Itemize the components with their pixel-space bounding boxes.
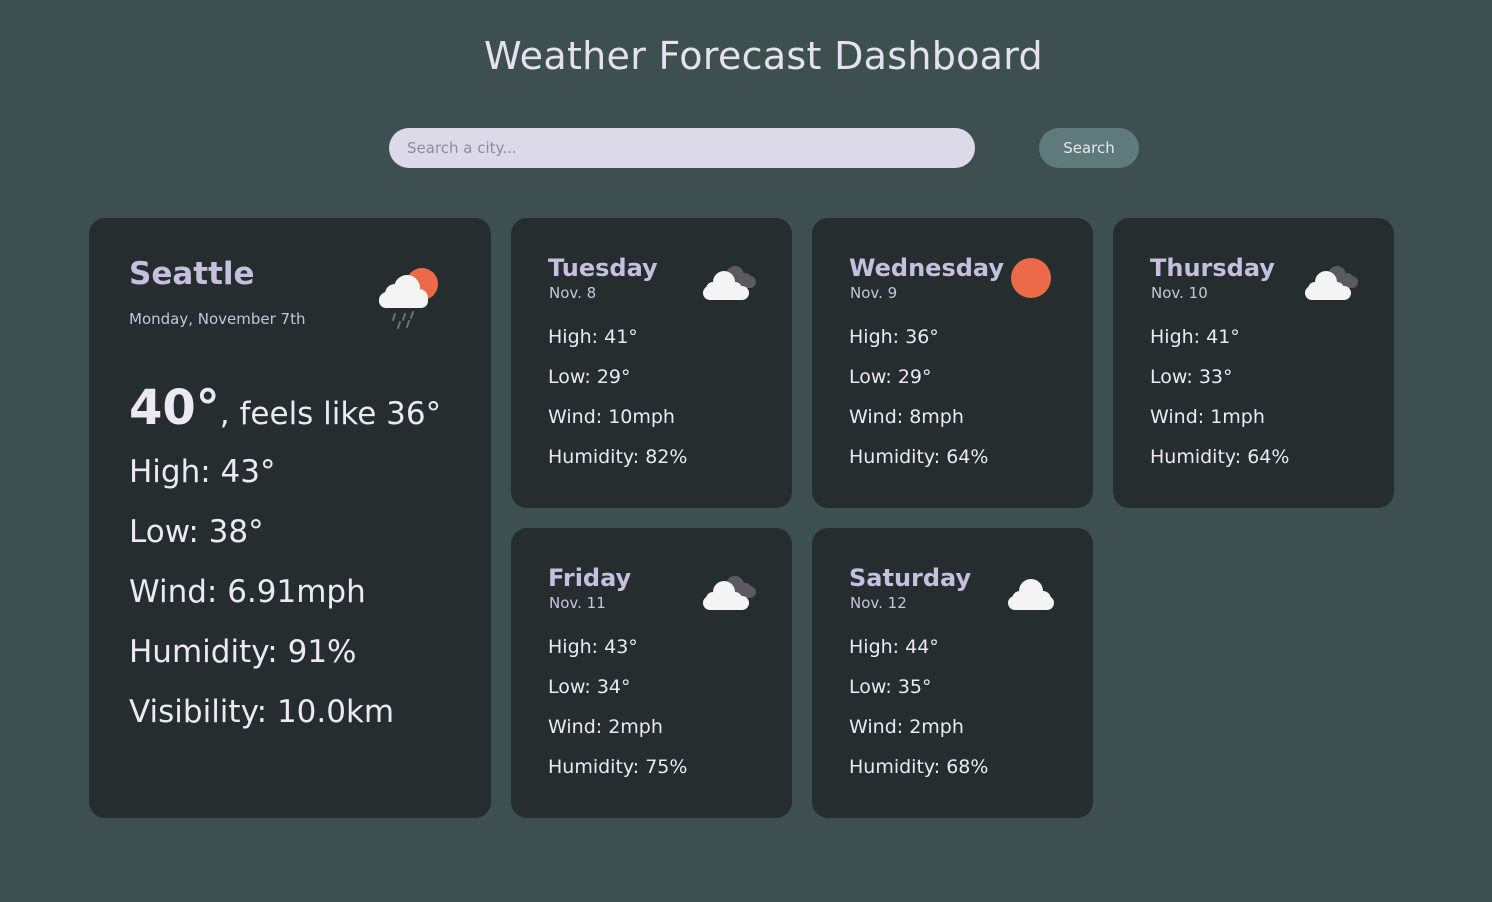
forecast-low: Low: 29°	[548, 366, 631, 388]
current-temperature: 40°, feels like 36°	[129, 380, 441, 436]
forecast-date: Nov. 10	[1151, 284, 1208, 302]
forecast-low: Low: 29°	[849, 366, 932, 388]
forecast-wind: Wind: 2mph	[548, 716, 663, 738]
forecast-high: High: 43°	[548, 636, 638, 658]
forecast-humidity: Humidity: 82%	[548, 446, 688, 468]
current-weather-card: Seattle Monday, November 7th 40°, feels …	[89, 218, 491, 818]
forecast-high: High: 44°	[849, 636, 939, 658]
forecast-date: Nov. 8	[549, 284, 597, 302]
forecast-card-friday: Friday Nov. 11 High: 43° Low: 34° Wind: …	[511, 528, 792, 818]
forecast-day: Wednesday	[849, 254, 1005, 282]
forecast-day: Thursday	[1150, 254, 1275, 282]
forecast-date: Nov. 11	[549, 594, 606, 612]
forecast-card-tuesday: Tuesday Nov. 8 High: 41° Low: 29° Wind: …	[511, 218, 792, 508]
city-name: Seattle	[129, 256, 255, 292]
temperature-value: 40°	[129, 380, 220, 436]
search-input[interactable]	[389, 128, 975, 168]
cloudy-icon	[1305, 266, 1358, 300]
forecast-humidity: Humidity: 68%	[849, 756, 989, 778]
forecast-low: Low: 33°	[1150, 366, 1233, 388]
forecast-wind: Wind: 2mph	[849, 716, 964, 738]
forecast-wind: Wind: 8mph	[849, 406, 964, 428]
current-humidity: Humidity: 91%	[129, 634, 357, 670]
cloudy-icon	[703, 266, 756, 300]
forecast-low: Low: 35°	[849, 676, 932, 698]
current-date: Monday, November 7th	[129, 310, 306, 328]
page-title: Weather Forecast Dashboard	[484, 34, 1043, 78]
forecast-humidity: Humidity: 64%	[849, 446, 989, 468]
forecast-date: Nov. 9	[850, 284, 898, 302]
forecast-day: Tuesday	[548, 254, 658, 282]
forecast-day: Friday	[548, 564, 632, 592]
forecast-wind: Wind: 10mph	[548, 406, 675, 428]
search-button[interactable]: Search	[1039, 128, 1139, 168]
current-visibility: Visibility: 10.0km	[129, 694, 395, 730]
forecast-card-thursday: Thursday Nov. 10 High: 41° Low: 33° Wind…	[1113, 218, 1394, 508]
forecast-card-wednesday: Wednesday Nov. 9 High: 36° Low: 29° Wind…	[812, 218, 1093, 508]
sun-icon	[1011, 258, 1051, 298]
forecast-high: High: 41°	[548, 326, 638, 348]
forecast-low: Low: 34°	[548, 676, 631, 698]
sun-cloud-rain-icon	[379, 268, 438, 329]
forecast-card-saturday: Saturday Nov. 12 High: 44° Low: 35° Wind…	[812, 528, 1093, 818]
current-high: High: 43°	[129, 454, 276, 490]
feels-like: , feels like 36°	[219, 396, 442, 432]
forecast-date: Nov. 12	[850, 594, 907, 612]
cloudy-icon	[703, 576, 756, 610]
current-low: Low: 38°	[129, 514, 264, 550]
forecast-humidity: Humidity: 64%	[1150, 446, 1290, 468]
forecast-high: High: 36°	[849, 326, 939, 348]
forecast-wind: Wind: 1mph	[1150, 406, 1265, 428]
forecast-humidity: Humidity: 75%	[548, 756, 688, 778]
forecast-day: Saturday	[849, 564, 972, 592]
current-wind: Wind: 6.91mph	[129, 574, 366, 610]
forecast-high: High: 41°	[1150, 326, 1240, 348]
cloud-icon	[1008, 579, 1054, 610]
